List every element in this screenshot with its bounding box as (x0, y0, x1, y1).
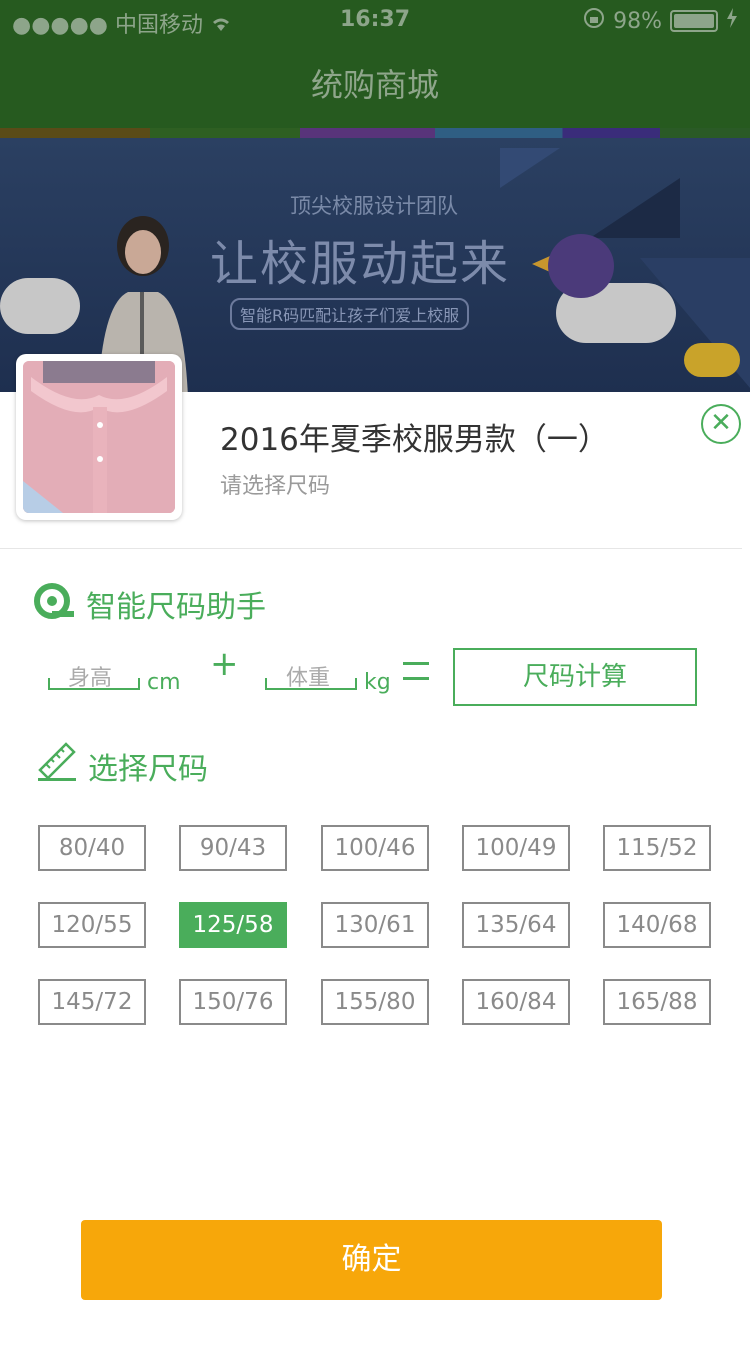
banner-headline: 让校服动起来 (210, 236, 511, 292)
height-input[interactable] (48, 678, 140, 690)
triangle-decoration (500, 148, 560, 188)
nav-bar: 统购商城 (0, 42, 750, 130)
size-option[interactable]: 120/55 (38, 902, 146, 948)
size-option[interactable]: 150/76 (179, 979, 287, 1025)
ruler-icon (36, 740, 78, 782)
assistant-title: 智能尺码助手 (86, 590, 266, 625)
size-option[interactable]: 100/46 (321, 825, 429, 871)
banner-tagline-top: 顶尖校服设计团队 (290, 194, 458, 218)
product-subtitle: 请选择尺码 (220, 474, 331, 499)
size-picker-sheet (0, 392, 750, 1364)
tape-measure-icon (34, 582, 74, 620)
size-option[interactable]: 165/88 (603, 979, 711, 1025)
product-title: 2016年夏季校服男款（一） (220, 422, 609, 458)
size-option[interactable]: 80/40 (38, 825, 146, 871)
size-calculate-button[interactable]: 尺码计算 (453, 648, 697, 706)
banner-tagline-bottom: 智能R码匹配让孩子们爱上校服 (230, 298, 470, 330)
status-bar: ●●●●● 中国移动 16:37 98% (0, 0, 750, 42)
size-option[interactable]: 135/64 (462, 902, 570, 948)
weight-unit: kg (364, 670, 391, 695)
plus-icon: + (210, 644, 239, 684)
size-option[interactable]: 90/43 (179, 825, 287, 871)
close-icon: ✕ (710, 408, 732, 438)
cloud-decoration (0, 278, 80, 334)
product-thumbnail (16, 354, 182, 520)
rotation-lock-icon (583, 7, 605, 35)
size-option[interactable]: 140/68 (603, 902, 711, 948)
size-option[interactable]: 130/61 (321, 902, 429, 948)
size-option[interactable]: 160/84 (462, 979, 570, 1025)
size-option[interactable]: 145/72 (38, 979, 146, 1025)
charging-icon (726, 8, 738, 34)
battery-icon (670, 10, 718, 32)
size-option[interactable]: 155/80 (321, 979, 429, 1025)
cloud-decoration (684, 343, 740, 377)
battery-percent: 98% (613, 8, 662, 34)
height-unit: cm (147, 670, 181, 695)
triangle-decoration (590, 178, 680, 238)
equals-icon (403, 662, 429, 680)
close-button[interactable]: ✕ (701, 404, 741, 444)
weight-input[interactable] (265, 678, 357, 690)
nav-title: 统购商城 (310, 66, 439, 104)
size-option[interactable]: 125/58 (179, 902, 287, 948)
divider (0, 548, 742, 549)
status-right: 98% (583, 7, 738, 35)
decorative-stripes (0, 128, 750, 138)
product-image (23, 361, 175, 513)
size-option[interactable]: 100/49 (462, 825, 570, 871)
bird-mascot (548, 234, 614, 298)
size-section-title: 选择尺码 (88, 752, 208, 787)
size-option[interactable]: 115/52 (603, 825, 711, 871)
confirm-button[interactable]: 确定 (81, 1220, 662, 1300)
